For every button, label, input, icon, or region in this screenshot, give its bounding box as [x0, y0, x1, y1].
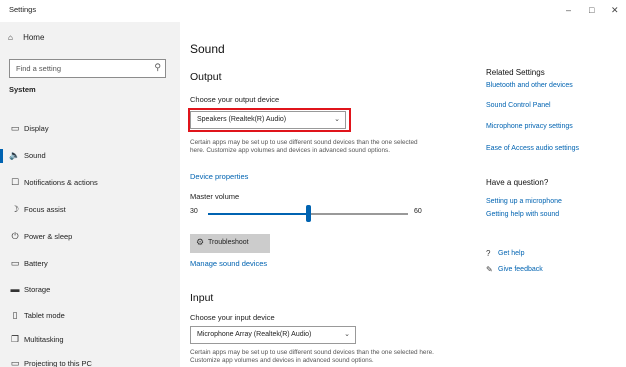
- highlight-box: [188, 108, 351, 132]
- related-settings-heading: Related Settings: [486, 68, 545, 77]
- sidebar-item-label: Tablet mode: [24, 311, 65, 320]
- wrench-icon: ⚙: [196, 237, 205, 247]
- project-icon: ▭: [10, 358, 20, 367]
- give-feedback-label: Give feedback: [498, 266, 543, 273]
- input-device-value: Microphone Array (Realtek(R) Audio): [197, 331, 312, 338]
- troubleshoot-button[interactable]: ⚙ Troubleshoot: [190, 234, 270, 253]
- main-content: Sound Output Choose your output device S…: [180, 22, 626, 367]
- search-input[interactable]: Find a setting ⚲: [9, 59, 166, 78]
- battery-icon: ▭: [10, 258, 20, 268]
- multitask-icon: ❐: [10, 334, 20, 344]
- related-link-microphone-privacy[interactable]: Microphone privacy settings: [486, 123, 573, 130]
- sidebar-item-label: Display: [24, 124, 49, 133]
- sidebar-item-label: Multitasking: [24, 335, 64, 344]
- window-title: Settings: [9, 5, 37, 14]
- sidebar-item-power[interactable]: ⏻ Power & sleep: [0, 227, 180, 247]
- home-button[interactable]: ⌂ Home: [8, 33, 44, 42]
- sidebar-item-tablet-mode[interactable]: ▯ Tablet mode: [0, 306, 180, 326]
- input-device-label: Choose your input device: [190, 313, 275, 322]
- question-link-microphone[interactable]: Setting up a microphone: [486, 198, 562, 205]
- notification-icon: ☐: [10, 177, 20, 187]
- search-icon: ⚲: [154, 62, 161, 72]
- sidebar-item-battery[interactable]: ▭ Battery: [0, 254, 180, 274]
- input-description: Certain apps may be set up to use differ…: [190, 349, 434, 365]
- related-link-bluetooth[interactable]: Bluetooth and other devices: [486, 82, 573, 89]
- storage-icon: ▬: [10, 284, 20, 294]
- volume-max-value: 60: [414, 208, 422, 215]
- related-link-sound-control-panel[interactable]: Sound Control Panel: [486, 102, 551, 109]
- feedback-icon: ✎: [486, 265, 493, 274]
- power-icon: ⏻: [11, 231, 19, 241]
- related-link-ease-of-access[interactable]: Ease of Access audio settings: [486, 145, 579, 152]
- input-heading: Input: [190, 292, 214, 304]
- sidebar-item-focus-assist[interactable]: ☽ Focus assist: [0, 200, 180, 220]
- output-description: Certain apps may be set up to use differ…: [190, 139, 418, 155]
- volume-slider-thumb[interactable]: [306, 205, 311, 222]
- sidebar-item-label: Sound: [24, 151, 46, 160]
- output-heading: Output: [190, 71, 222, 83]
- moon-icon: ☽: [10, 204, 20, 214]
- get-help-label: Get help: [498, 250, 525, 257]
- tablet-icon: ▯: [12, 310, 18, 320]
- sidebar-item-display[interactable]: ▭ Display: [0, 119, 180, 139]
- close-button[interactable]: ✕: [611, 4, 619, 16]
- monitor-icon: ▭: [10, 123, 20, 133]
- home-icon: ⌂: [8, 33, 13, 42]
- volume-slider-fill: [208, 213, 308, 215]
- sidebar-item-sound[interactable]: 🔈 Sound: [0, 146, 180, 166]
- home-label: Home: [23, 33, 45, 42]
- help-icon: ?: [486, 249, 491, 258]
- master-volume-label: Master volume: [190, 192, 240, 201]
- search-placeholder: Find a setting: [16, 64, 62, 73]
- sidebar-item-label: Focus assist: [24, 205, 66, 214]
- input-device-dropdown[interactable]: Microphone Array (Realtek(R) Audio) ⌄: [190, 326, 356, 344]
- sidebar-item-storage[interactable]: ▬ Storage: [0, 280, 180, 300]
- maximize-button[interactable]: □: [589, 4, 594, 16]
- sidebar: ⌂ Home Find a setting ⚲ System ▭ Display…: [0, 22, 180, 367]
- troubleshoot-label: Troubleshoot: [208, 239, 249, 246]
- speaker-icon: 🔈: [9, 150, 21, 160]
- chevron-down-icon: ⌄: [344, 331, 350, 338]
- output-device-label: Choose your output device: [190, 95, 280, 104]
- sidebar-item-notifications[interactable]: ☐ Notifications & actions: [0, 173, 180, 193]
- question-link-help-sound[interactable]: Getting help with sound: [486, 211, 559, 218]
- sidebar-item-label: Power & sleep: [24, 232, 73, 241]
- sidebar-item-label: Notifications & actions: [24, 178, 98, 187]
- minimize-button[interactable]: –: [566, 4, 571, 16]
- page-title: Sound: [190, 42, 225, 56]
- title-bar: Settings – □ ✕: [0, 0, 626, 22]
- sidebar-section-title: System: [9, 85, 36, 94]
- sidebar-item-label: Projecting to this PC: [24, 359, 92, 367]
- manage-sound-devices-link[interactable]: Manage sound devices: [190, 259, 267, 268]
- question-heading: Have a question?: [486, 178, 549, 187]
- sidebar-item-projecting[interactable]: ▭ Projecting to this PC: [0, 354, 180, 367]
- selection-indicator: [0, 149, 3, 163]
- sidebar-item-label: Battery: [24, 259, 48, 268]
- sidebar-item-label: Storage: [24, 285, 51, 294]
- volume-min-value: 30: [190, 208, 198, 215]
- device-properties-link[interactable]: Device properties: [190, 172, 248, 181]
- sidebar-item-multitasking[interactable]: ❐ Multitasking: [0, 330, 180, 350]
